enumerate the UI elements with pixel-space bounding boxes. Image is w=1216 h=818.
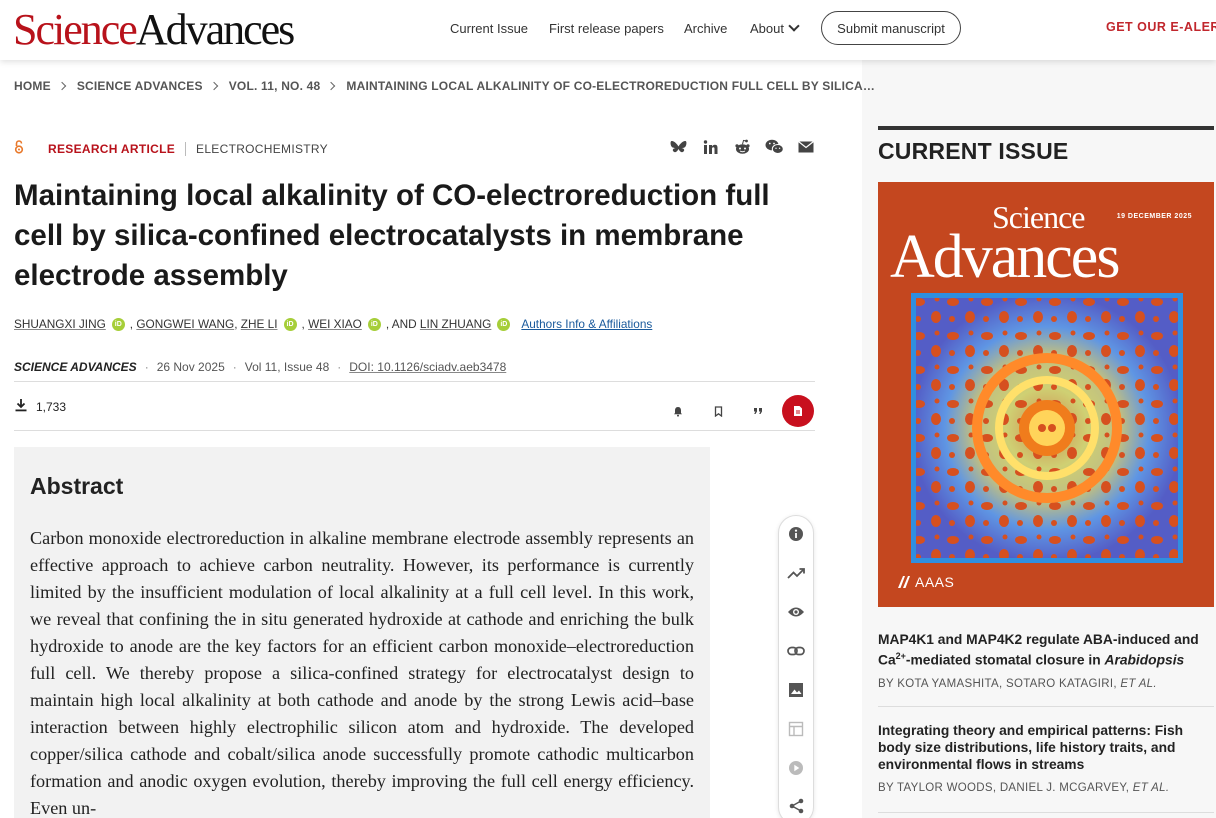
author-separator: , (301, 317, 305, 331)
chevron-right-icon (57, 81, 67, 91)
link-icon[interactable] (786, 641, 806, 661)
breadcrumb-issue[interactable]: VOL. 11, NO. 48 (229, 79, 321, 93)
trending-icon[interactable] (786, 563, 806, 583)
pdf-button[interactable] (782, 395, 814, 427)
eye-icon[interactable] (786, 602, 806, 622)
orcid-icon[interactable]: iD (111, 317, 125, 331)
bell-icon[interactable] (668, 401, 688, 421)
site-header: ScienceAdvances Current Issue First rele… (0, 0, 1216, 60)
bluesky-icon[interactable] (668, 138, 688, 156)
author-name[interactable]: ZHE LI (241, 317, 278, 331)
current-issue-heading: CURRENT ISSUE (878, 138, 1069, 164)
cover-publisher: AAAS (898, 574, 954, 590)
wechat-icon[interactable] (764, 138, 784, 156)
share-icon[interactable] (786, 796, 806, 816)
linkedin-icon[interactable] (700, 138, 720, 156)
orcid-icon[interactable]: iD (367, 317, 381, 331)
nav-first-release[interactable]: First release papers (549, 0, 664, 56)
play-icon[interactable] (786, 758, 806, 778)
submit-manuscript-button[interactable]: Submit manuscript (821, 11, 961, 45)
article-tools-bar (778, 515, 814, 818)
reddit-icon[interactable] (732, 138, 752, 156)
dot-separator: · (144, 360, 149, 374)
download-count: 1,733 (14, 398, 66, 415)
author-separator: , (234, 317, 238, 331)
abstract-heading: Abstract (30, 473, 124, 499)
author-separator: , AND (385, 317, 417, 331)
open-access-icon (14, 140, 28, 157)
abstract-section: Abstract Carbon monoxide electroreductio… (14, 447, 710, 818)
image-icon[interactable] (786, 680, 806, 700)
table-icon[interactable] (786, 719, 806, 739)
issue-article-authors: BY KOTA YAMASHITA, SOTARO KATAGIRI, ET A… (878, 677, 1157, 690)
email-icon[interactable] (796, 138, 816, 156)
breadcrumb-home[interactable]: HOME (14, 79, 51, 93)
dot-separator: · (337, 360, 342, 374)
info-icon[interactable] (786, 524, 806, 544)
aaas-logo-icon (898, 576, 910, 588)
download-icon (14, 398, 30, 415)
author-list: SHUANGXI JING iD , GONGWEI WANG , ZHE LI… (14, 317, 652, 331)
authors-info-link[interactable]: Authors Info & Affiliations (521, 317, 652, 331)
nav-current-issue[interactable]: Current Issue (450, 0, 528, 56)
cite-icon[interactable] (748, 401, 768, 421)
divider (14, 430, 815, 431)
orcid-icon[interactable]: iD (283, 317, 297, 331)
cover-title-advances: Advances (890, 223, 1120, 291)
divider (185, 141, 187, 156)
cover-artwork (911, 293, 1183, 563)
publication-info: SCIENCE ADVANCES · 26 Nov 2025 · Vol 11,… (14, 360, 506, 374)
bookmark-icon[interactable] (708, 401, 728, 421)
author-name[interactable]: GONGWEI WANG (136, 317, 234, 331)
section-rule (878, 126, 1214, 130)
orcid-icon[interactable]: iD (497, 317, 511, 331)
chevron-right-icon (327, 81, 336, 91)
issue-article-title[interactable]: MAP4K1 and MAP4K2 regulate ABA-induced a… (878, 631, 1208, 669)
chevron-down-icon (788, 19, 800, 32)
download-count-value: 1,733 (36, 399, 67, 414)
author-name[interactable]: WEI XIAO (308, 317, 362, 331)
divider (878, 706, 1214, 707)
article-subject[interactable]: ELECTROCHEMISTRY (196, 142, 328, 156)
author-name[interactable]: LIN ZHUANG (420, 317, 491, 331)
nav-archive[interactable]: Archive (684, 0, 727, 56)
author-separator: , (129, 317, 134, 331)
journal-name: SCIENCE ADVANCES (14, 360, 137, 374)
cover-publisher-name: AAAS (915, 574, 955, 590)
breadcrumb-journal[interactable]: SCIENCE ADVANCES (77, 79, 203, 93)
article-title: Maintaining local alkalinity of CO-elect… (14, 179, 770, 292)
issue-article-item[interactable]: MAP4K1 and MAP4K2 regulate ABA-induced a… (878, 631, 1208, 690)
doi-link[interactable]: DOI: 10.1126/sciadv.aeb3478 (349, 360, 506, 374)
dot-separator: · (232, 360, 237, 374)
share-icons (668, 138, 816, 156)
breadcrumb-article: MAINTAINING LOCAL ALKALINITY OF CO-ELECT… (346, 79, 876, 93)
pdf-icon (794, 406, 802, 416)
issue-article-item[interactable]: Integrating theory and empirical pattern… (878, 722, 1208, 794)
issue-cover[interactable]: 19 DECEMBER 2025 Science Advances AAAS (878, 182, 1214, 607)
publication-date: 26 Nov 2025 (156, 360, 225, 374)
e-alert-link[interactable]: GET OUR E-ALERT (1106, 20, 1216, 34)
cover-date: 19 DECEMBER 2025 (1116, 213, 1192, 220)
breadcrumb: HOME SCIENCE ADVANCES VOL. 11, NO. 48 MA… (14, 79, 875, 93)
issue-article-title[interactable]: Integrating theory and empirical pattern… (878, 722, 1208, 773)
divider (878, 812, 1214, 813)
abstract-text: Carbon monoxide electroreduction in alka… (30, 528, 694, 818)
article-meta-row: RESEARCH ARTICLE ELECTROCHEMISTRY (14, 140, 328, 157)
divider (14, 381, 815, 382)
article-type: RESEARCH ARTICLE (48, 141, 176, 156)
article-actions (668, 395, 814, 427)
nav-about[interactable]: About (750, 0, 800, 56)
site-logo[interactable]: ScienceAdvances (13, 6, 295, 54)
issue-article-authors: BY TAYLOR WOODS, DANIEL J. MCGARVEY, ET … (878, 782, 1170, 794)
author-name[interactable]: SHUANGXI JING (14, 317, 106, 331)
chevron-right-icon (209, 81, 218, 91)
volume-issue[interactable]: Vol 11, Issue 48 (245, 360, 330, 374)
